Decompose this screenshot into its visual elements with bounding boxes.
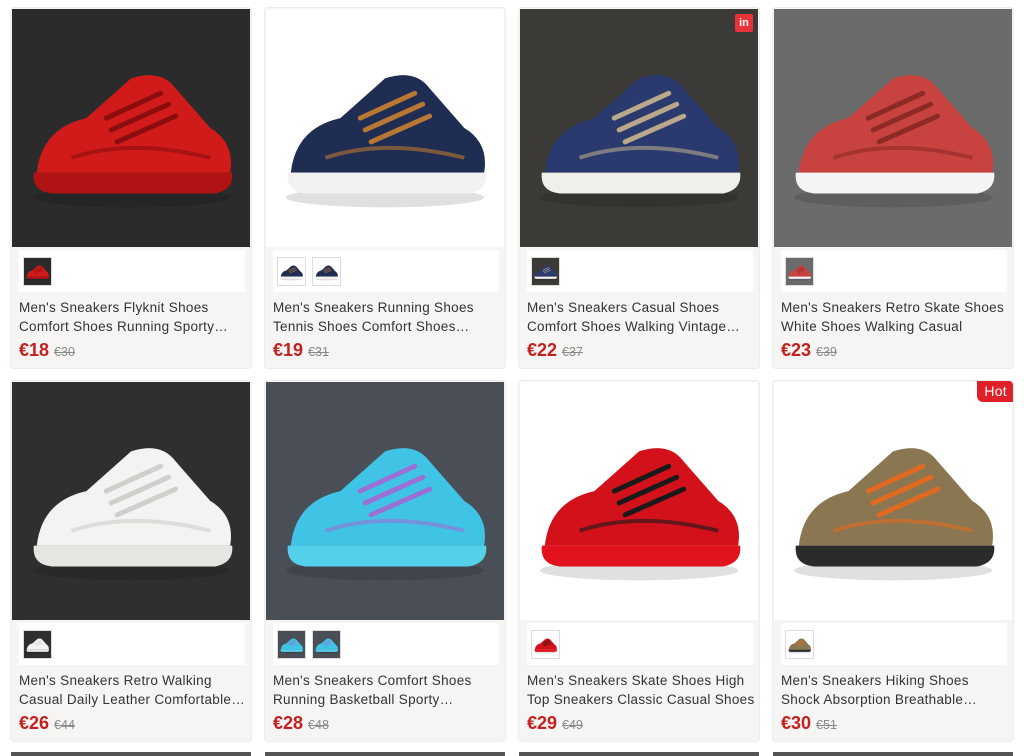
color-swatch[interactable] — [312, 256, 341, 286]
color-swatch[interactable] — [277, 629, 306, 659]
product-card[interactable]: Men's Sneakers Retro Walking Casual Dail… — [10, 380, 252, 742]
product-image[interactable] — [266, 9, 504, 247]
color-swatch[interactable] — [277, 256, 306, 286]
hot-badge: Hot — [977, 381, 1013, 402]
price-row: €23 €39 — [781, 340, 837, 361]
next-row-peek — [519, 752, 759, 756]
current-price: €22 — [527, 340, 558, 360]
product-image[interactable] — [520, 382, 758, 620]
product-title[interactable]: Men's Sneakers Comfort Shoes Running Bas… — [273, 671, 501, 711]
current-price: €23 — [781, 340, 812, 360]
original-price: €39 — [816, 345, 837, 359]
current-price: €19 — [273, 340, 304, 360]
product-title[interactable]: Men's Sneakers Retro Skate Shoes White S… — [781, 298, 1009, 338]
color-swatch[interactable] — [531, 256, 560, 286]
product-title[interactable]: Men's Sneakers Running Shoes Tennis Shoe… — [273, 298, 501, 338]
product-card[interactable]: Men's Sneakers Skate Shoes High Top Snea… — [518, 380, 760, 742]
color-swatch[interactable] — [531, 629, 560, 659]
product-card[interactable]: in Men's Sneakers Casual Shoes Comfort Sh… — [518, 7, 760, 369]
product-title[interactable]: Men's Sneakers Retro Walking Casual Dail… — [19, 671, 247, 711]
color-swatches — [273, 623, 499, 665]
product-card[interactable]: Hot Men's Sneakers Hiking Shoes Shock Abs… — [772, 380, 1014, 742]
original-price: €37 — [562, 345, 583, 359]
color-swatches — [273, 250, 499, 292]
color-swatches — [19, 623, 245, 665]
color-swatch[interactable] — [785, 256, 814, 286]
current-price: €29 — [527, 713, 558, 733]
product-image[interactable] — [266, 382, 504, 620]
next-row-peek — [265, 752, 505, 756]
current-price: €30 — [781, 713, 812, 733]
original-price: €30 — [54, 345, 75, 359]
price-row: €26 €44 — [19, 713, 75, 734]
original-price: €49 — [562, 718, 583, 732]
current-price: €26 — [19, 713, 50, 733]
color-swatches — [527, 250, 753, 292]
price-row: €29 €49 — [527, 713, 583, 734]
price-row: €22 €37 — [527, 340, 583, 361]
next-row-peek — [773, 752, 1013, 756]
original-price: €31 — [308, 345, 329, 359]
current-price: €28 — [273, 713, 304, 733]
original-price: €51 — [816, 718, 837, 732]
product-title[interactable]: Men's Sneakers Skate Shoes High Top Snea… — [527, 671, 755, 711]
product-image[interactable] — [12, 382, 250, 620]
color-swatch[interactable] — [23, 256, 52, 286]
product-card[interactable]: Men's Sneakers Retro Skate Shoes White S… — [772, 7, 1014, 369]
color-swatch[interactable] — [312, 629, 341, 659]
price-row: €30 €51 — [781, 713, 837, 734]
color-swatches — [19, 250, 245, 292]
product-title[interactable]: Men's Sneakers Casual Shoes Comfort Shoe… — [527, 298, 755, 338]
price-row: €28 €48 — [273, 713, 329, 734]
product-title[interactable]: Men's Sneakers Flyknit Shoes Comfort Sho… — [19, 298, 247, 338]
product-card[interactable]: Men's Sneakers Running Shoes Tennis Shoe… — [264, 7, 506, 369]
next-row-peek — [11, 752, 251, 756]
product-image[interactable] — [12, 9, 250, 247]
color-swatches — [527, 623, 753, 665]
color-swatch[interactable] — [23, 629, 52, 659]
product-image[interactable] — [520, 9, 758, 247]
product-image[interactable] — [774, 382, 1012, 620]
current-price: €18 — [19, 340, 50, 360]
color-swatches — [781, 250, 1007, 292]
product-card[interactable]: Men's Sneakers Flyknit Shoes Comfort Sho… — [10, 7, 252, 369]
original-price: €48 — [308, 718, 329, 732]
color-swatches — [781, 623, 1007, 665]
color-swatch[interactable] — [785, 629, 814, 659]
price-row: €18 €30 — [19, 340, 75, 361]
product-card[interactable]: Men's Sneakers Comfort Shoes Running Bas… — [264, 380, 506, 742]
product-image[interactable] — [774, 9, 1012, 247]
product-title[interactable]: Men's Sneakers Hiking Shoes Shock Absorp… — [781, 671, 1009, 711]
linkedin-badge-icon: in — [735, 14, 753, 32]
price-row: €19 €31 — [273, 340, 329, 361]
original-price: €44 — [54, 718, 75, 732]
